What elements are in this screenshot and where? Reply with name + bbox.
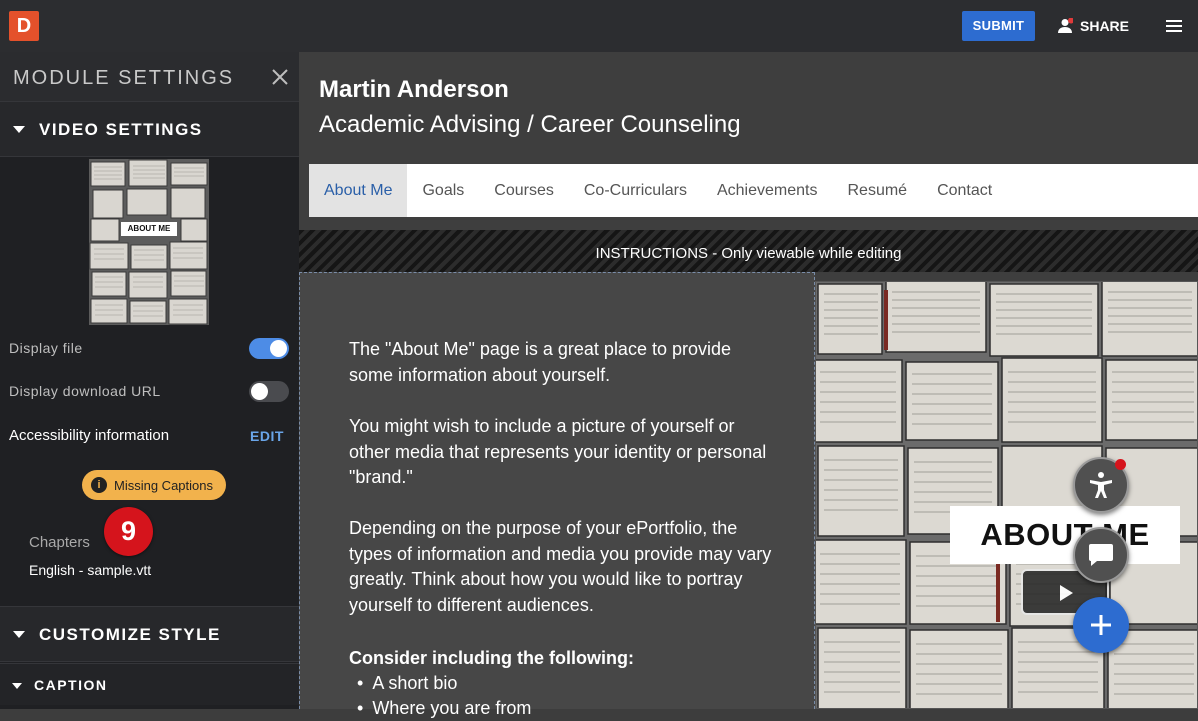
customize-style-section[interactable]: CUSTOMIZE STYLE — [0, 606, 299, 662]
top-bar: D SUBMIT SHARE — [0, 0, 1198, 52]
portfolio-subtitle: Academic Advising / Career Counseling — [319, 111, 741, 138]
nav-item-contact[interactable]: Contact — [922, 164, 1007, 217]
video-settings-label: VIDEO SETTINGS — [39, 120, 203, 139]
caret-down-icon — [12, 683, 22, 689]
caption-section[interactable]: CAPTION — [0, 663, 299, 705]
paragraph: You might wish to include a picture of y… — [349, 416, 767, 488]
bullet-list: A short bio Where you are from — [357, 671, 531, 721]
step-number-badge: 9 — [104, 507, 153, 556]
nav-item-resume[interactable]: Resumé — [832, 164, 922, 217]
app-logo[interactable]: D — [9, 11, 39, 41]
panel-header: MODULE SETTINGS — [0, 52, 299, 101]
share-label: SHARE — [1080, 18, 1130, 34]
chat-button[interactable] — [1073, 527, 1129, 583]
add-button[interactable] — [1073, 597, 1129, 653]
share-button[interactable]: SHARE — [1057, 13, 1129, 39]
module-settings-panel: MODULE SETTINGS VIDEO SETTINGS ABOUT ME … — [0, 52, 299, 709]
chapters-label: Chapters — [29, 534, 90, 551]
nav-item-co-curriculars[interactable]: Co-Curriculars — [569, 164, 702, 217]
display-file-toggle[interactable] — [249, 338, 289, 359]
info-icon: i — [91, 477, 107, 493]
consider-heading: Consider including the following: — [349, 648, 634, 668]
display-download-toggle[interactable] — [249, 381, 289, 402]
about-me-video[interactable]: ABOUT ME — [815, 281, 1198, 709]
instructions-banner: INSTRUCTIONS - Only viewable while editi… — [299, 230, 1198, 272]
thumbnail-label: ABOUT ME — [121, 222, 177, 236]
panel-title: MODULE SETTINGS — [13, 67, 235, 89]
toggle-knob — [251, 383, 268, 400]
nav-item-courses[interactable]: Courses — [479, 164, 569, 217]
chat-icon — [1089, 544, 1113, 566]
missing-captions-label: Missing Captions — [114, 477, 213, 493]
missing-captions-badge[interactable]: i Missing Captions — [82, 470, 226, 500]
caption-label: CAPTION — [34, 677, 108, 693]
edit-accessibility-link[interactable]: EDIT — [250, 428, 284, 444]
page-preview: Martin Anderson Academic Advising / Care… — [299, 52, 1198, 718]
paragraph: The "About Me" page is a great place to … — [349, 339, 732, 385]
close-icon[interactable] — [271, 68, 289, 86]
nav-item-about-me[interactable]: About Me — [309, 164, 408, 217]
paragraph: Depending on the purpose of your ePortfo… — [349, 518, 772, 615]
instructions-content[interactable]: The "About Me" page is a great place to … — [299, 272, 815, 718]
display-file-label: Display file — [9, 340, 83, 356]
nav-item-goals[interactable]: Goals — [407, 164, 479, 217]
submit-button[interactable]: SUBMIT — [962, 11, 1035, 41]
caret-down-icon — [13, 631, 25, 638]
portfolio-nav: About Me Goals Courses Co-Curriculars Ac… — [309, 164, 1198, 217]
video-settings-section[interactable]: VIDEO SETTINGS — [0, 101, 299, 157]
accessibility-label: Accessibility information — [9, 427, 170, 444]
accessibility-icon — [1090, 472, 1112, 498]
portfolio-owner-name: Martin Anderson — [319, 76, 509, 103]
video-thumbnail[interactable]: ABOUT ME — [89, 159, 209, 325]
nav-item-achievements[interactable]: Achievements — [702, 164, 833, 217]
customize-style-label: CUSTOMIZE STYLE — [39, 625, 221, 644]
about-me-title-card: ABOUT ME — [950, 506, 1180, 564]
notification-dot-icon — [1068, 18, 1073, 24]
books-thumbnail-image — [89, 159, 209, 325]
menu-icon[interactable] — [1160, 14, 1188, 38]
caption-file-name[interactable]: English - sample.vtt — [29, 562, 151, 578]
user-icon — [1058, 18, 1073, 33]
caret-down-icon — [13, 126, 25, 133]
plus-icon — [1091, 615, 1111, 635]
books-background-image — [816, 282, 1197, 708]
display-download-label: Display download URL — [9, 383, 161, 399]
notification-dot-icon — [1115, 459, 1126, 470]
toggle-knob — [270, 340, 287, 357]
list-item: A short bio — [357, 671, 531, 696]
